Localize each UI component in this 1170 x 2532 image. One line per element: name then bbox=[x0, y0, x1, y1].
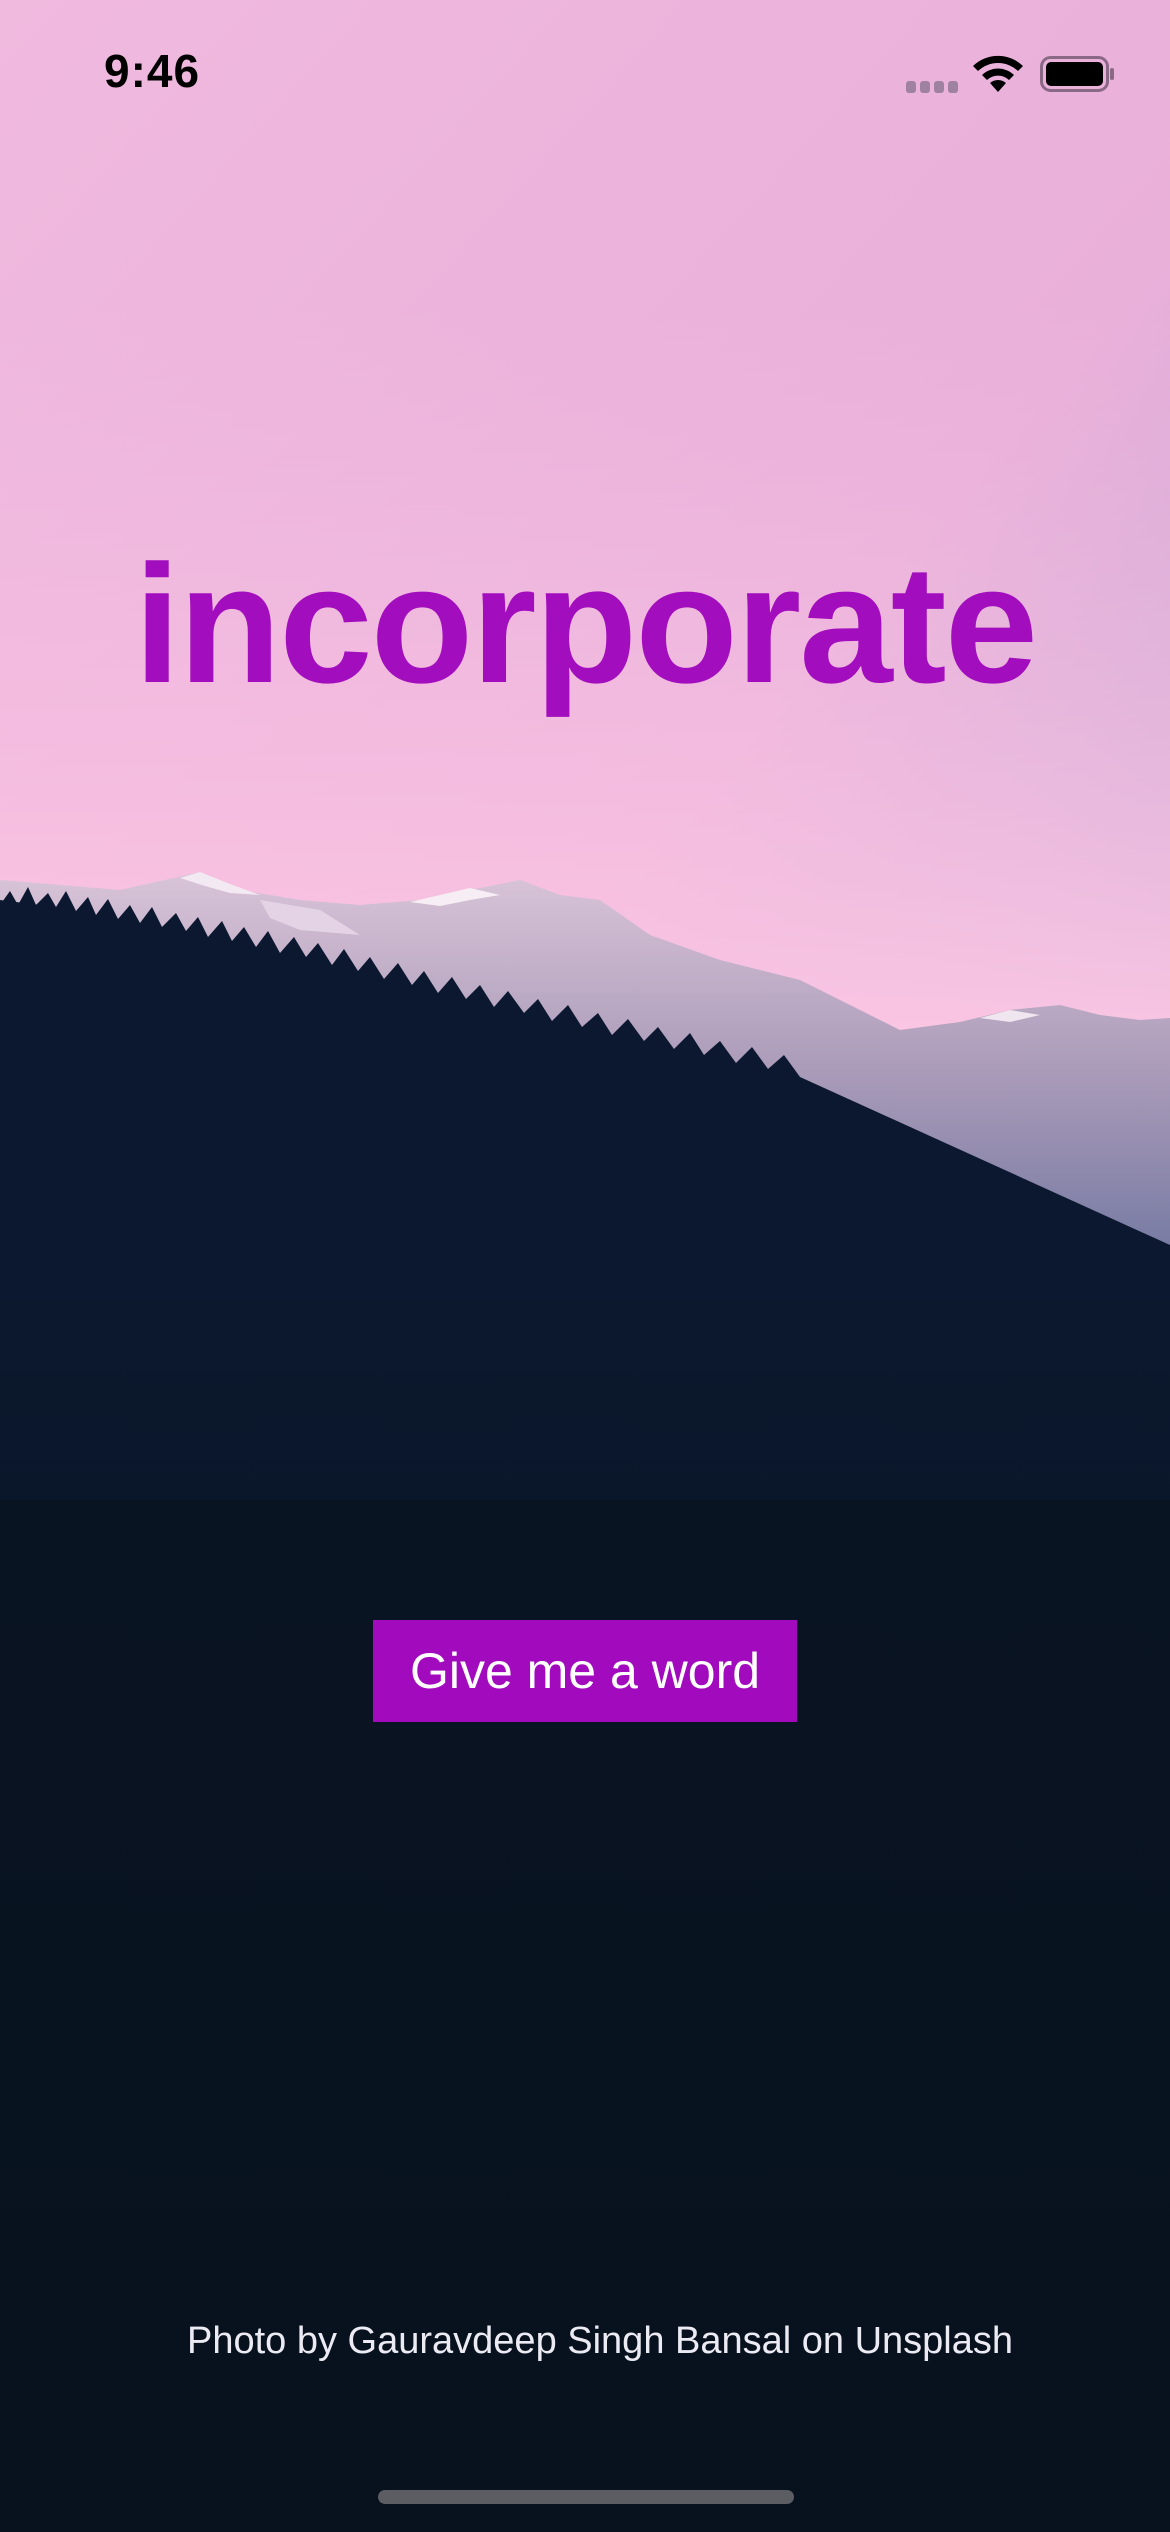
signal-icon bbox=[906, 80, 962, 94]
home-indicator[interactable] bbox=[378, 2490, 794, 2504]
background-photo bbox=[0, 0, 1170, 2532]
status-bar: 9:46 bbox=[0, 0, 1170, 140]
word-title: incorporate bbox=[133, 530, 1038, 718]
status-time: 9:46 bbox=[104, 45, 201, 97]
photo-credit: Photo by Gauravdeep Singh Bansal on Unsp… bbox=[187, 2320, 1013, 2362]
battery-icon bbox=[1040, 56, 1114, 92]
wifi-icon bbox=[973, 55, 1023, 92]
give-me-a-word-button[interactable]: Give me a word bbox=[373, 1620, 797, 1722]
app-screen: 9:46 incorporate Give me a word Photo by… bbox=[0, 0, 1170, 2532]
